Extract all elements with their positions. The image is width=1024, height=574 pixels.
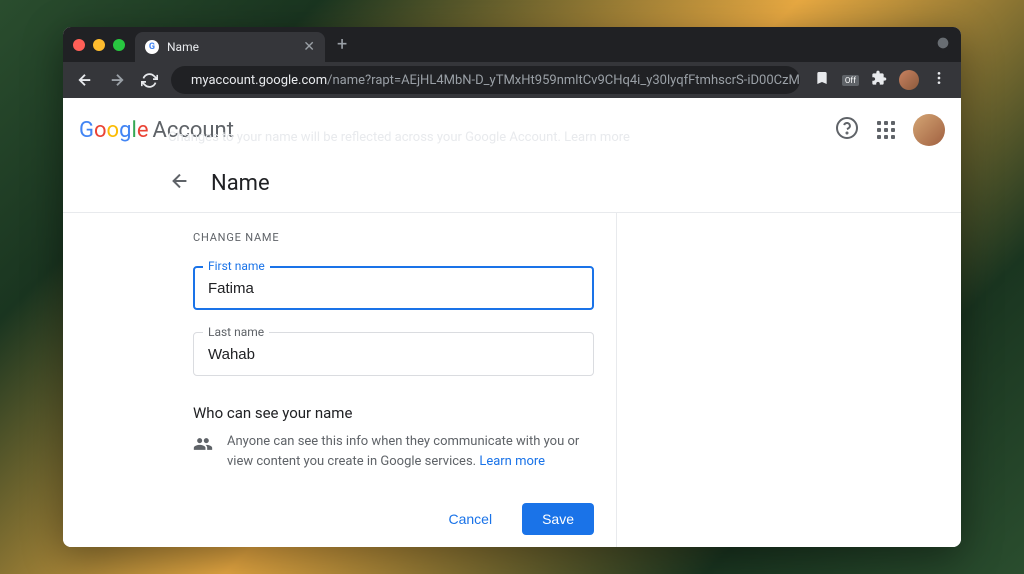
cancel-button[interactable]: Cancel bbox=[428, 503, 512, 535]
section-label: CHANGE NAME bbox=[193, 231, 594, 244]
url-bar[interactable]: myaccount.google.com/name?rapt=AEjHL4MbN… bbox=[171, 66, 800, 94]
first-name-group: First name bbox=[193, 266, 594, 310]
url-path: /name?rapt=AEjHL4MbN-D_yTMxHt959nmltCv9C… bbox=[327, 73, 800, 88]
buttons-row: Cancel Save bbox=[193, 503, 594, 535]
browser-tab[interactable]: G Name ✕ bbox=[135, 32, 325, 62]
back-button[interactable] bbox=[71, 66, 99, 94]
apps-grid-icon[interactable] bbox=[877, 121, 895, 139]
people-icon bbox=[193, 434, 213, 471]
browser-window: G Name ✕ + myaccount.google.com/name?rap… bbox=[63, 27, 961, 547]
background-hint-text: Changes to your name will be reflected a… bbox=[168, 130, 630, 145]
visibility-row: Anyone can see this info when they commu… bbox=[193, 432, 594, 471]
menu-icon[interactable] bbox=[931, 70, 947, 90]
profile-avatar-icon[interactable] bbox=[899, 70, 919, 90]
extensions-icon[interactable] bbox=[871, 70, 887, 90]
close-window-button[interactable] bbox=[73, 39, 85, 51]
url-domain: myaccount.google.com bbox=[191, 73, 327, 88]
back-arrow-icon[interactable] bbox=[169, 170, 191, 196]
forward-button[interactable] bbox=[103, 66, 131, 94]
bookmark-tag-icon[interactable] bbox=[814, 70, 830, 90]
close-tab-icon[interactable]: ✕ bbox=[303, 39, 315, 55]
help-icon[interactable] bbox=[835, 116, 859, 144]
window-controls bbox=[73, 39, 125, 51]
tab-title: Name bbox=[167, 40, 295, 54]
titlebar: G Name ✕ + bbox=[63, 27, 961, 62]
new-tab-button[interactable]: + bbox=[337, 34, 347, 55]
titlebar-chevron-icon[interactable] bbox=[935, 35, 951, 55]
reload-button[interactable] bbox=[135, 66, 163, 94]
form-container: CHANGE NAME First name Last name Who can… bbox=[171, 213, 617, 547]
tab-favicon: G bbox=[145, 40, 159, 54]
maximize-window-button[interactable] bbox=[113, 39, 125, 51]
minimize-window-button[interactable] bbox=[93, 39, 105, 51]
page-title: Name bbox=[211, 171, 270, 196]
last-name-label: Last name bbox=[203, 325, 269, 339]
toolbar: myaccount.google.com/name?rapt=AEjHL4MbN… bbox=[63, 62, 961, 98]
content-area: Changes to your name will be reflected a… bbox=[63, 98, 961, 547]
save-button[interactable]: Save bbox=[522, 503, 594, 535]
account-avatar[interactable] bbox=[913, 114, 945, 146]
last-name-group: Last name bbox=[193, 332, 594, 376]
visibility-text: Anyone can see this info when they commu… bbox=[227, 432, 594, 471]
toolbar-icons: Off bbox=[808, 70, 953, 90]
learn-more-link[interactable]: Learn more bbox=[479, 454, 545, 469]
first-name-label: First name bbox=[203, 259, 270, 273]
extension-badge[interactable]: Off bbox=[842, 75, 859, 86]
page-title-row: Name bbox=[63, 162, 961, 213]
visibility-title: Who can see your name bbox=[193, 404, 594, 422]
